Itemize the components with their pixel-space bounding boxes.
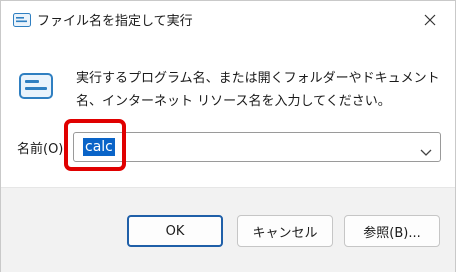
instruction-text: 実行するプログラム名、または開くフォルダーやドキュメント名、インターネット リソ… xyxy=(76,71,440,109)
run-dialog: ファイル名を指定して実行 実行するプログラム名、または開くフォルダーやドキュメン… xyxy=(0,0,456,272)
close-icon xyxy=(424,11,436,30)
name-label: 名前(O): xyxy=(17,142,68,157)
window-title: ファイル名を指定して実行 xyxy=(37,14,193,29)
name-input[interactable]: calc xyxy=(83,138,115,156)
browse-button[interactable]: 参照(B)... xyxy=(344,215,440,247)
run-icon xyxy=(19,73,53,99)
ok-button[interactable]: OK xyxy=(127,215,223,247)
title-bar[interactable]: ファイル名を指定して実行 xyxy=(1,1,455,39)
name-combobox[interactable]: calc xyxy=(73,132,441,162)
close-button[interactable] xyxy=(415,7,445,33)
cancel-button[interactable]: キャンセル xyxy=(237,215,333,247)
run-app-icon xyxy=(13,12,31,27)
button-bar: OK キャンセル 参照(B)... xyxy=(1,187,455,272)
chevron-down-icon[interactable] xyxy=(420,142,432,156)
